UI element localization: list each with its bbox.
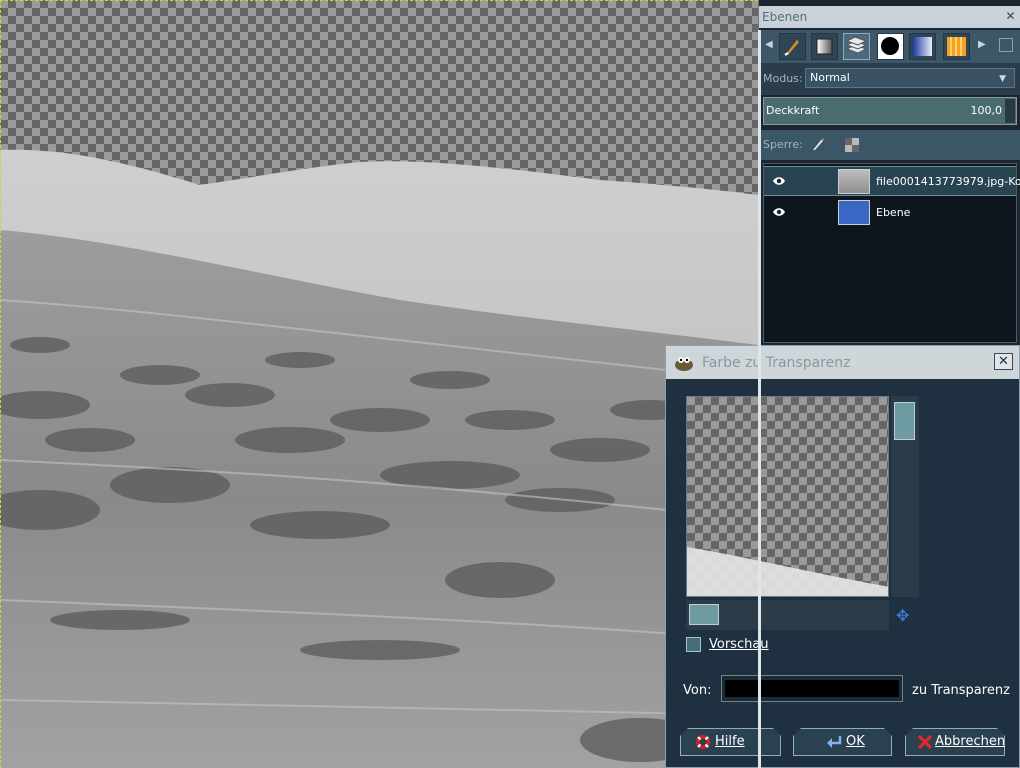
tab-scroll-left-icon[interactable]: ◀	[765, 39, 773, 50]
blue-gradient-tab-icon[interactable]	[909, 33, 936, 60]
brush-circle-tab-icon[interactable]	[877, 33, 904, 60]
gradient-tab-icon[interactable]	[811, 33, 838, 60]
layers-list[interactable]: file0001413773979.jpg-Kopie Ebene	[763, 163, 1020, 343]
opacity-spin-buttons[interactable]	[1005, 99, 1015, 123]
preview-image	[687, 547, 888, 596]
dock-separator[interactable]	[758, 30, 761, 768]
ok-button[interactable]: OK	[793, 728, 892, 756]
color-to-alpha-dialog: Farbe zu Transparenz ✕ ✥ Vorschau Von: z…	[665, 345, 1020, 768]
layer-name: file0001413773979.jpg-Kopie	[876, 175, 1020, 188]
mode-value: Normal	[810, 71, 850, 84]
opacity-spinscale[interactable]: Deckkraft 100,0	[763, 97, 1017, 125]
sand-dune-image	[0, 149, 758, 768]
enter-arrow-icon	[826, 734, 842, 750]
preview-checkbox[interactable]	[686, 637, 701, 652]
dialog-title: Farbe zu Transparenz	[702, 355, 851, 371]
mode-row: Modus: Normal ▼	[759, 63, 1020, 95]
to-transparency-label: zu Transparenz	[912, 683, 1010, 698]
layers-tab-icon[interactable]	[843, 33, 870, 60]
cancel-label: Abbrechen	[935, 734, 1006, 749]
help-label: Hilfe	[715, 734, 745, 749]
layer-row[interactable]: file0001413773979.jpg-Kopie	[764, 166, 1020, 196]
opacity-value: 100,0	[970, 104, 1003, 117]
lock-label: Sperre:	[763, 138, 803, 151]
layer-thumbnail	[838, 200, 870, 225]
preview-horizontal-scrollbar[interactable]	[686, 600, 889, 630]
scrollbar-thumb[interactable]	[689, 604, 719, 625]
paintbrush-tab-icon[interactable]	[779, 33, 806, 60]
lock-alpha-checker-icon[interactable]	[845, 138, 859, 152]
color-swatch	[725, 680, 899, 697]
from-label: Von:	[683, 683, 712, 698]
lock-row: Sperre:	[759, 130, 1020, 160]
cancel-x-icon	[917, 734, 933, 750]
gimp-wilber-icon	[675, 357, 693, 371]
lock-pixels-brush-icon[interactable]	[811, 137, 825, 151]
close-icon[interactable]: ✕	[994, 353, 1013, 370]
preview-vertical-scrollbar[interactable]	[891, 396, 919, 597]
ok-label: OK	[846, 734, 865, 749]
help-button[interactable]: Hilfe	[680, 728, 781, 756]
color-picker-button[interactable]	[721, 675, 903, 702]
layer-row[interactable]: Ebene	[764, 198, 1016, 228]
lifebuoy-icon	[695, 734, 711, 750]
image-canvas[interactable]	[0, 0, 758, 768]
tab-scroll-right-icon[interactable]: ▶	[978, 39, 986, 50]
dock-title: Ebenen	[762, 10, 808, 24]
cancel-button[interactable]: Abbrechen	[905, 728, 1005, 756]
dock-title-bar: Ebenen ✕	[759, 6, 1020, 28]
dock-tab-strip: ◀ ▶	[759, 30, 1020, 63]
mode-select[interactable]: Normal ▼	[805, 68, 1015, 88]
opacity-label: Deckkraft	[766, 104, 820, 117]
dialog-title-bar[interactable]: Farbe zu Transparenz ✕	[666, 346, 1019, 379]
scrollbar-thumb[interactable]	[894, 402, 915, 440]
visibility-eye-icon[interactable]	[772, 207, 786, 217]
dock-menu-icon[interactable]	[999, 38, 1013, 52]
layer-thumbnail	[838, 169, 870, 194]
close-icon[interactable]: ✕	[1004, 10, 1017, 23]
navigate-move-icon[interactable]: ✥	[896, 606, 909, 625]
layer-name: Ebene	[876, 206, 911, 219]
preview-area[interactable]	[686, 396, 889, 597]
chevron-down-icon: ▼	[999, 74, 1006, 84]
orange-pattern-tab-icon[interactable]	[943, 33, 970, 60]
visibility-eye-icon[interactable]	[772, 176, 786, 186]
mode-label: Modus:	[763, 72, 803, 85]
